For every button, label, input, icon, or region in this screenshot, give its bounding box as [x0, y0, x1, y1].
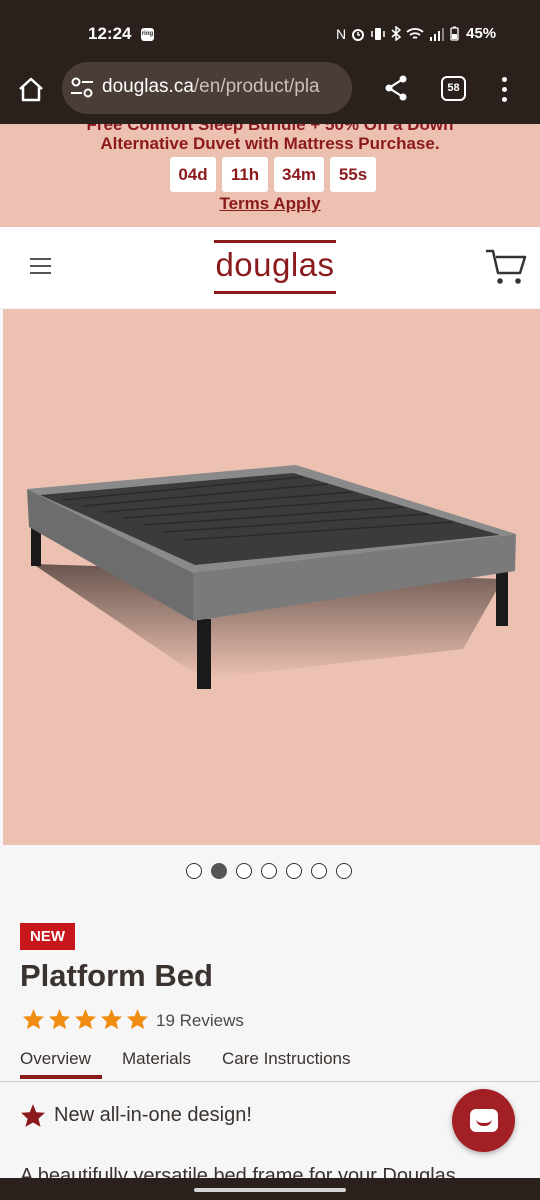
carousel-dot[interactable]	[261, 863, 277, 879]
address-bar[interactable]: douglas.ca/en/product/pla	[62, 62, 352, 114]
promo-subline: Alternative Duvet with Mattress Purchase…	[100, 134, 440, 153]
status-time: 12:24	[88, 24, 132, 43]
carousel-dot-active[interactable]	[211, 863, 227, 879]
rating-stars[interactable]	[22, 1008, 149, 1030]
feature-highlight: New all-in-one design!	[20, 1103, 252, 1128]
url-path: /en/product/pla	[193, 76, 320, 97]
star-icon	[74, 1008, 97, 1030]
douglas-logo[interactable]: douglas	[214, 240, 336, 294]
terms-link[interactable]: Terms Apply	[0, 194, 540, 214]
url-host: douglas.ca	[102, 76, 194, 97]
share-icon[interactable]	[383, 74, 409, 102]
feature-text: New all-in-one design!	[54, 1104, 252, 1126]
reviews-link[interactable]: 19 Reviews	[156, 1011, 244, 1031]
star-icon	[21, 1104, 45, 1127]
product-image[interactable]	[3, 309, 540, 845]
system-nav-bar	[0, 1178, 540, 1200]
battery-percent: 45%	[466, 25, 497, 42]
more-options-icon[interactable]	[494, 74, 514, 102]
home-icon[interactable]	[16, 75, 46, 105]
new-badge: NEW	[20, 923, 75, 950]
alarm-icon	[352, 28, 365, 41]
countdown-minutes: 34m	[274, 157, 325, 192]
platform-bed-illustration	[27, 465, 516, 689]
signal-icon	[430, 27, 445, 41]
status-icons: N 45%	[336, 25, 496, 42]
carousel-dot[interactable]	[311, 863, 327, 879]
hamburger-menu-icon[interactable]	[30, 258, 51, 274]
carousel-dot[interactable]	[236, 863, 252, 879]
star-icon	[126, 1008, 149, 1030]
countdown-days: 04d	[170, 157, 216, 192]
tab-overview[interactable]: Overview	[20, 1049, 91, 1069]
promo-banner: Free Comfort Sleep Bundle + 50% Off a Do…	[0, 124, 540, 227]
tab-materials[interactable]: Materials	[122, 1049, 191, 1069]
bluetooth-icon	[391, 26, 402, 41]
countdown-seconds: 55s	[330, 157, 377, 192]
carousel-dot[interactable]	[186, 863, 202, 879]
vibrate-icon	[371, 27, 385, 40]
product-title: Platform Bed	[20, 958, 213, 993]
battery-icon	[450, 26, 459, 41]
cart-icon[interactable]	[484, 247, 528, 287]
countdown-timer: 04d 11h 34m 55s	[170, 157, 377, 192]
active-tab-indicator	[20, 1075, 102, 1079]
tab-switcher-button[interactable]: 58	[441, 76, 466, 101]
carousel-dots	[186, 863, 352, 879]
carousel-dot[interactable]	[286, 863, 302, 879]
browser-toolbar: douglas.ca/en/product/pla 58	[0, 60, 540, 124]
gesture-handle[interactable]	[194, 1188, 346, 1192]
wifi-icon	[406, 27, 424, 39]
site-header: douglas	[0, 227, 540, 308]
countdown-hours: 11h	[222, 157, 268, 192]
chat-icon	[470, 1109, 498, 1132]
carousel-dot[interactable]	[336, 863, 352, 879]
tab-care-instructions[interactable]: Care Instructions	[222, 1049, 351, 1069]
chat-button[interactable]	[452, 1089, 515, 1152]
status-bar: 12:24 ring N 45%	[0, 0, 540, 60]
nfc-icon: N	[336, 25, 347, 42]
star-icon	[22, 1008, 45, 1030]
site-settings-icon[interactable]	[70, 77, 94, 99]
url-text: douglas.ca/en/product/pla	[102, 76, 320, 98]
star-icon	[100, 1008, 123, 1030]
ring-app-icon: ring	[141, 28, 154, 41]
star-icon	[48, 1008, 71, 1030]
